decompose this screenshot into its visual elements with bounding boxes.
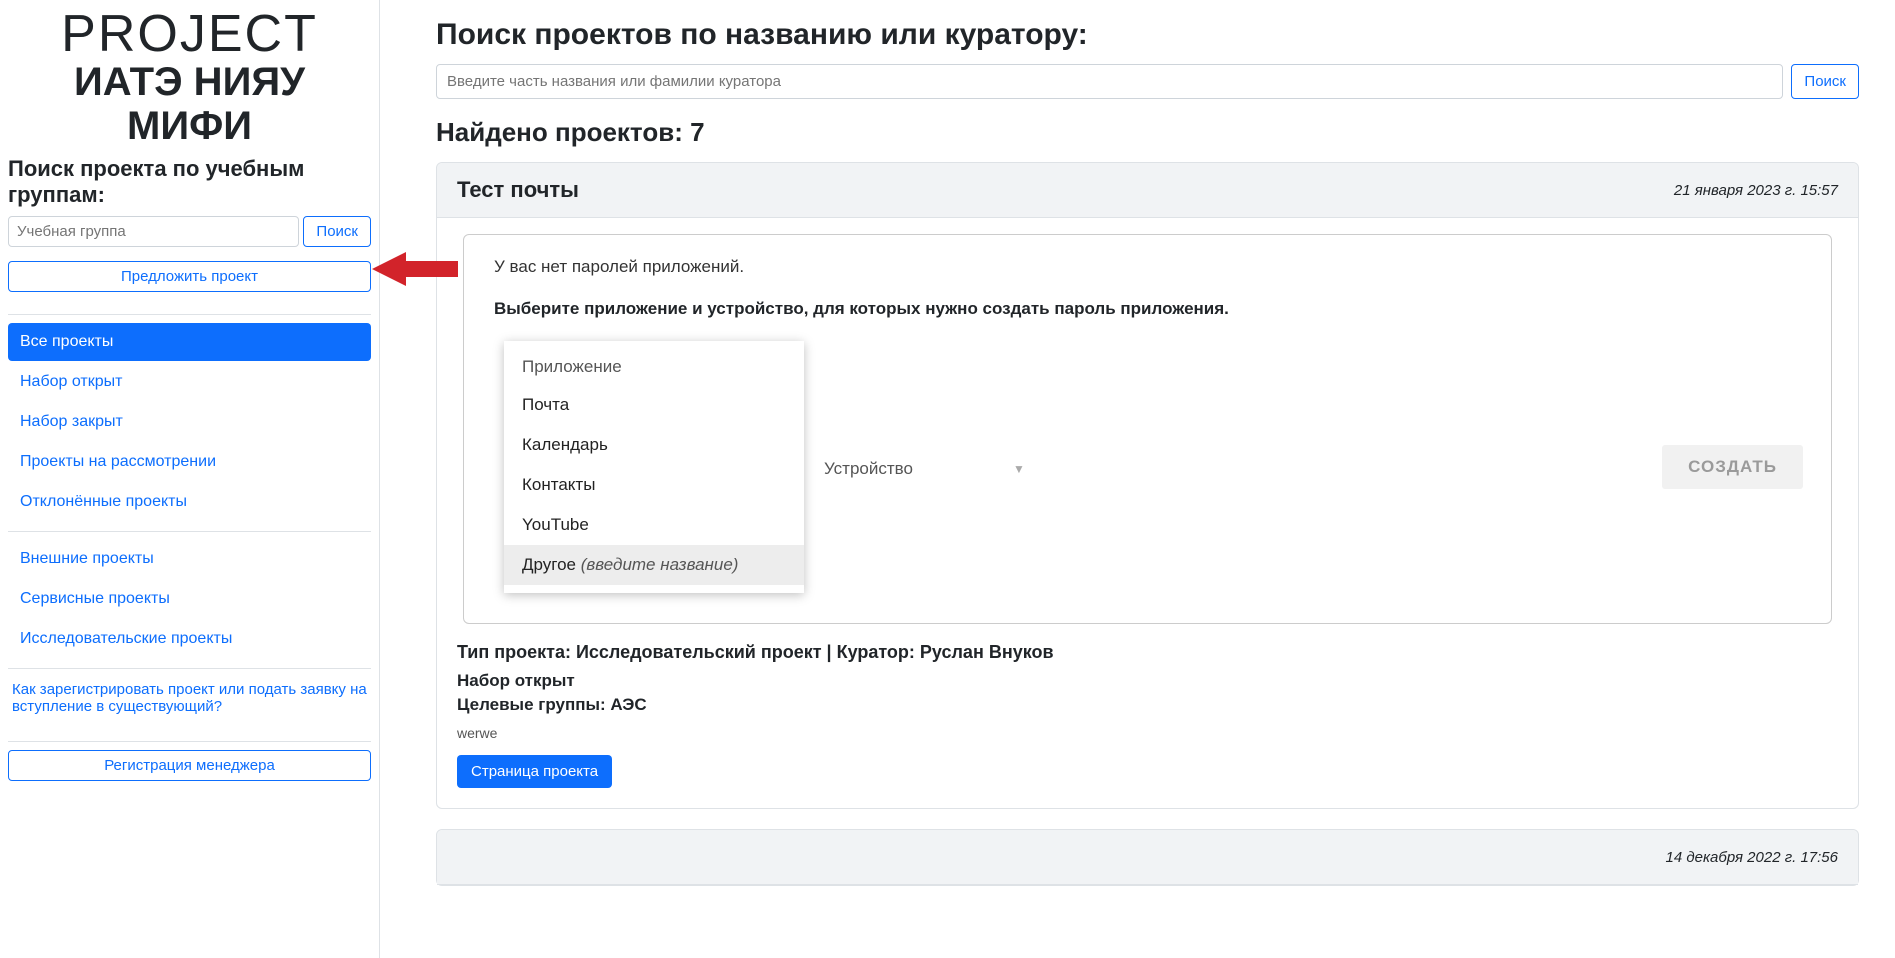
dropdown-option-mail[interactable]: Почта xyxy=(504,385,804,425)
group-input[interactable] xyxy=(8,216,299,247)
no-passwords-text: У вас нет паролей приложений. xyxy=(494,257,1801,277)
project-search-input[interactable] xyxy=(436,64,1783,99)
help-link[interactable]: Как зарегистрировать проект или подать з… xyxy=(8,677,371,731)
nav-all-projects[interactable]: Все проекты xyxy=(8,323,371,361)
other-label: Другое xyxy=(522,555,576,574)
card-date: 21 января 2023 г. 15:57 xyxy=(1674,182,1838,199)
logo-line1: PROJECT xyxy=(8,8,371,60)
create-password-button[interactable]: СОЗДАТЬ xyxy=(1662,445,1803,489)
card-header-2: 14 декабря 2022 г. 17:56 xyxy=(437,830,1858,885)
project-card: Тест почты 21 января 2023 г. 15:57 У вас… xyxy=(436,162,1859,809)
group-search-button[interactable]: Поиск xyxy=(303,216,371,247)
nav-open[interactable]: Набор открыт xyxy=(8,363,371,401)
found-count: Найдено проектов: 7 xyxy=(436,117,1859,148)
dropdown-option-youtube[interactable]: YouTube xyxy=(504,505,804,545)
sidebar: PROJECT ИАТЭ НИЯУ МИФИ Поиск проекта по … xyxy=(0,0,380,958)
project-status: Набор открыт xyxy=(457,671,1838,691)
dropdown-option-other[interactable]: Другое (введите название) xyxy=(504,545,804,585)
project-search-button[interactable]: Поиск xyxy=(1791,64,1859,99)
nav-external[interactable]: Внешние проекты xyxy=(8,540,371,578)
project-card-2: 14 декабря 2022 г. 17:56 xyxy=(436,829,1859,886)
card-title: Тест почты xyxy=(457,177,579,203)
embedded-screenshot: У вас нет паролей приложений. Выберите п… xyxy=(463,234,1832,624)
card-body: У вас нет паролей приложений. Выберите п… xyxy=(437,218,1858,808)
dropdown-option-contacts[interactable]: Контакты xyxy=(504,465,804,505)
nav-primary: Все проекты Набор открыт Набор закрыт Пр… xyxy=(8,323,371,521)
chevron-down-icon: ▼ xyxy=(1013,462,1025,476)
project-page-button[interactable]: Страница проекта xyxy=(457,755,612,788)
propose-project-button[interactable]: Предложить проект xyxy=(8,261,371,292)
logo-line2: ИАТЭ НИЯУ МИФИ xyxy=(8,60,371,148)
nav-rejected[interactable]: Отклонённые проекты xyxy=(8,483,371,521)
project-description: werwe xyxy=(457,725,1838,741)
arrow-annotation-icon xyxy=(372,248,458,295)
project-groups: Целевые группы: АЭС xyxy=(457,695,1838,715)
card-title-2 xyxy=(457,844,463,870)
main-heading: Поиск проектов по названию или куратору: xyxy=(436,18,1859,52)
nav-pending[interactable]: Проекты на рассмотрении xyxy=(8,443,371,481)
main-content: Поиск проектов по названию или куратору:… xyxy=(380,0,1895,958)
project-type-curator: Тип проекта: Исследовательский проект | … xyxy=(457,642,1838,663)
logo: PROJECT ИАТЭ НИЯУ МИФИ xyxy=(8,8,371,148)
nav-research[interactable]: Исследовательские проекты xyxy=(8,620,371,658)
other-hint: (введите название) xyxy=(581,555,739,574)
nav-service[interactable]: Сервисные проекты xyxy=(8,580,371,618)
card-date-2: 14 декабря 2022 г. 17:56 xyxy=(1665,849,1838,866)
sidebar-heading: Поиск проекта по учебным группам: xyxy=(8,156,371,208)
dropdown-option-calendar[interactable]: Календарь xyxy=(504,425,804,465)
app-dropdown[interactable]: Приложение Почта Календарь Контакты YouT… xyxy=(504,341,804,593)
instruction-text: Выберите приложение и устройство, для ко… xyxy=(494,299,1801,319)
device-label: Устройство xyxy=(824,459,913,479)
nav-secondary: Внешние проекты Сервисные проекты Исслед… xyxy=(8,540,371,658)
register-manager-button[interactable]: Регистрация менеджера xyxy=(8,750,371,781)
dropdown-label: Приложение xyxy=(504,349,804,385)
nav-closed[interactable]: Набор закрыт xyxy=(8,403,371,441)
card-header: Тест почты 21 января 2023 г. 15:57 xyxy=(437,163,1858,218)
device-select[interactable]: Устройство ▼ xyxy=(824,455,1025,479)
